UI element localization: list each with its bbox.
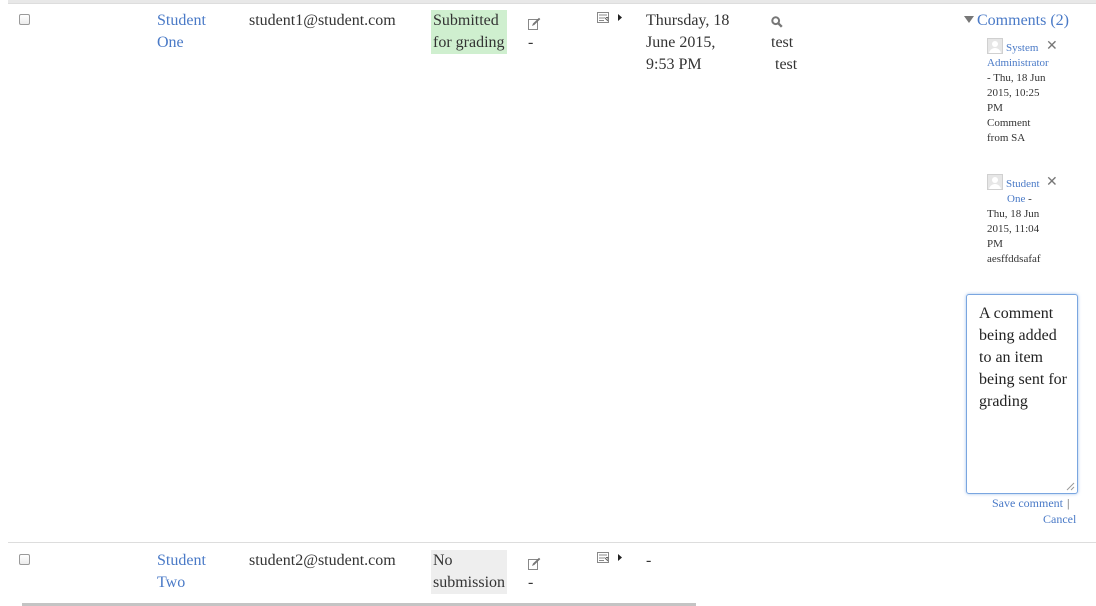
comment-meta: PM bbox=[987, 238, 1003, 250]
comment-author-link-cont[interactable]: Administrator bbox=[987, 57, 1049, 69]
comments-toggle-label: Comments (2) bbox=[977, 12, 1069, 29]
comments-toggle-link[interactable]: Comments (2) bbox=[964, 10, 1069, 32]
row-select-checkbox[interactable] bbox=[19, 554, 30, 565]
submission-text: test bbox=[771, 34, 794, 51]
student-name-link[interactable]: Student One bbox=[157, 10, 237, 54]
search-icon[interactable] bbox=[771, 16, 783, 28]
last-modified-date: - bbox=[646, 552, 652, 569]
resize-handle-icon[interactable] bbox=[1066, 482, 1075, 491]
status-badge: No submission bbox=[431, 550, 508, 594]
submission-text-full: test bbox=[775, 56, 798, 73]
cancel-comment-link[interactable]: Cancel bbox=[1043, 511, 1076, 527]
status-line-1: Submitted bbox=[433, 12, 499, 29]
comment-meta: - Thu, 18 Jun bbox=[987, 72, 1046, 84]
table-top-border bbox=[8, 0, 1096, 4]
user-avatar-icon bbox=[987, 38, 1003, 54]
comment-meta: PM bbox=[987, 102, 1003, 114]
comment-meta: 2015, 11:04 bbox=[987, 223, 1040, 235]
close-icon[interactable]: ✕ bbox=[1046, 175, 1058, 189]
student-name-link[interactable]: Student Two bbox=[157, 550, 237, 594]
comment-text: Comment bbox=[987, 117, 1031, 129]
comment-text: aesffddsafaf bbox=[987, 253, 1041, 265]
comment-author-link[interactable]: Student bbox=[1006, 178, 1040, 190]
comment-author-suffix: - bbox=[1025, 193, 1032, 205]
edit-icon[interactable] bbox=[528, 557, 541, 570]
student-name-first: Student bbox=[157, 552, 206, 569]
action-separator: | bbox=[1066, 496, 1070, 510]
student-name-last: Two bbox=[157, 574, 186, 591]
student-name-last: One bbox=[157, 34, 184, 51]
student-name-first: Student bbox=[157, 12, 206, 29]
grade-value: - bbox=[528, 34, 534, 51]
menu-icon[interactable] bbox=[597, 552, 625, 564]
row-select-checkbox[interactable] bbox=[19, 14, 30, 25]
row-divider bbox=[8, 542, 1096, 543]
status-line-1: No bbox=[433, 552, 453, 569]
date-line-2: June 2015, bbox=[646, 34, 716, 51]
date-line-3: 9:53 PM bbox=[646, 56, 702, 73]
comment-author-link-cont[interactable]: One bbox=[1007, 193, 1025, 205]
menu-icon[interactable] bbox=[597, 12, 625, 24]
student-email: student1@student.com bbox=[249, 12, 396, 29]
status-line-2: submission bbox=[433, 574, 506, 591]
edit-icon[interactable] bbox=[528, 17, 541, 30]
last-modified-date: Thursday, 18 June 2015, 9:53 PM bbox=[646, 10, 756, 76]
comment-text: from SA bbox=[987, 132, 1026, 144]
date-line-1: Thursday, 18 bbox=[646, 12, 730, 29]
comment-meta: 2015, 10:25 bbox=[987, 87, 1040, 99]
new-comment-textarea[interactable]: A comment being added to an item being s… bbox=[966, 294, 1078, 494]
status-badge: Submitted for grading bbox=[431, 10, 507, 54]
close-icon[interactable]: ✕ bbox=[1046, 39, 1058, 53]
status-line-2: for grading bbox=[433, 34, 505, 51]
comment-author-link[interactable]: System bbox=[1006, 42, 1038, 54]
student-email: student2@student.com bbox=[249, 552, 396, 569]
triangle-down-icon bbox=[964, 16, 974, 23]
grade-value: - bbox=[528, 574, 534, 591]
comment-item: System Administrator - Thu, 18 Jun 2015,… bbox=[987, 38, 1067, 146]
comment-actions: Save comment | bbox=[992, 494, 1069, 512]
save-comment-link[interactable]: Save comment bbox=[992, 496, 1063, 510]
comment-meta: Thu, 18 Jun bbox=[987, 208, 1040, 220]
user-avatar-icon bbox=[987, 174, 1003, 190]
